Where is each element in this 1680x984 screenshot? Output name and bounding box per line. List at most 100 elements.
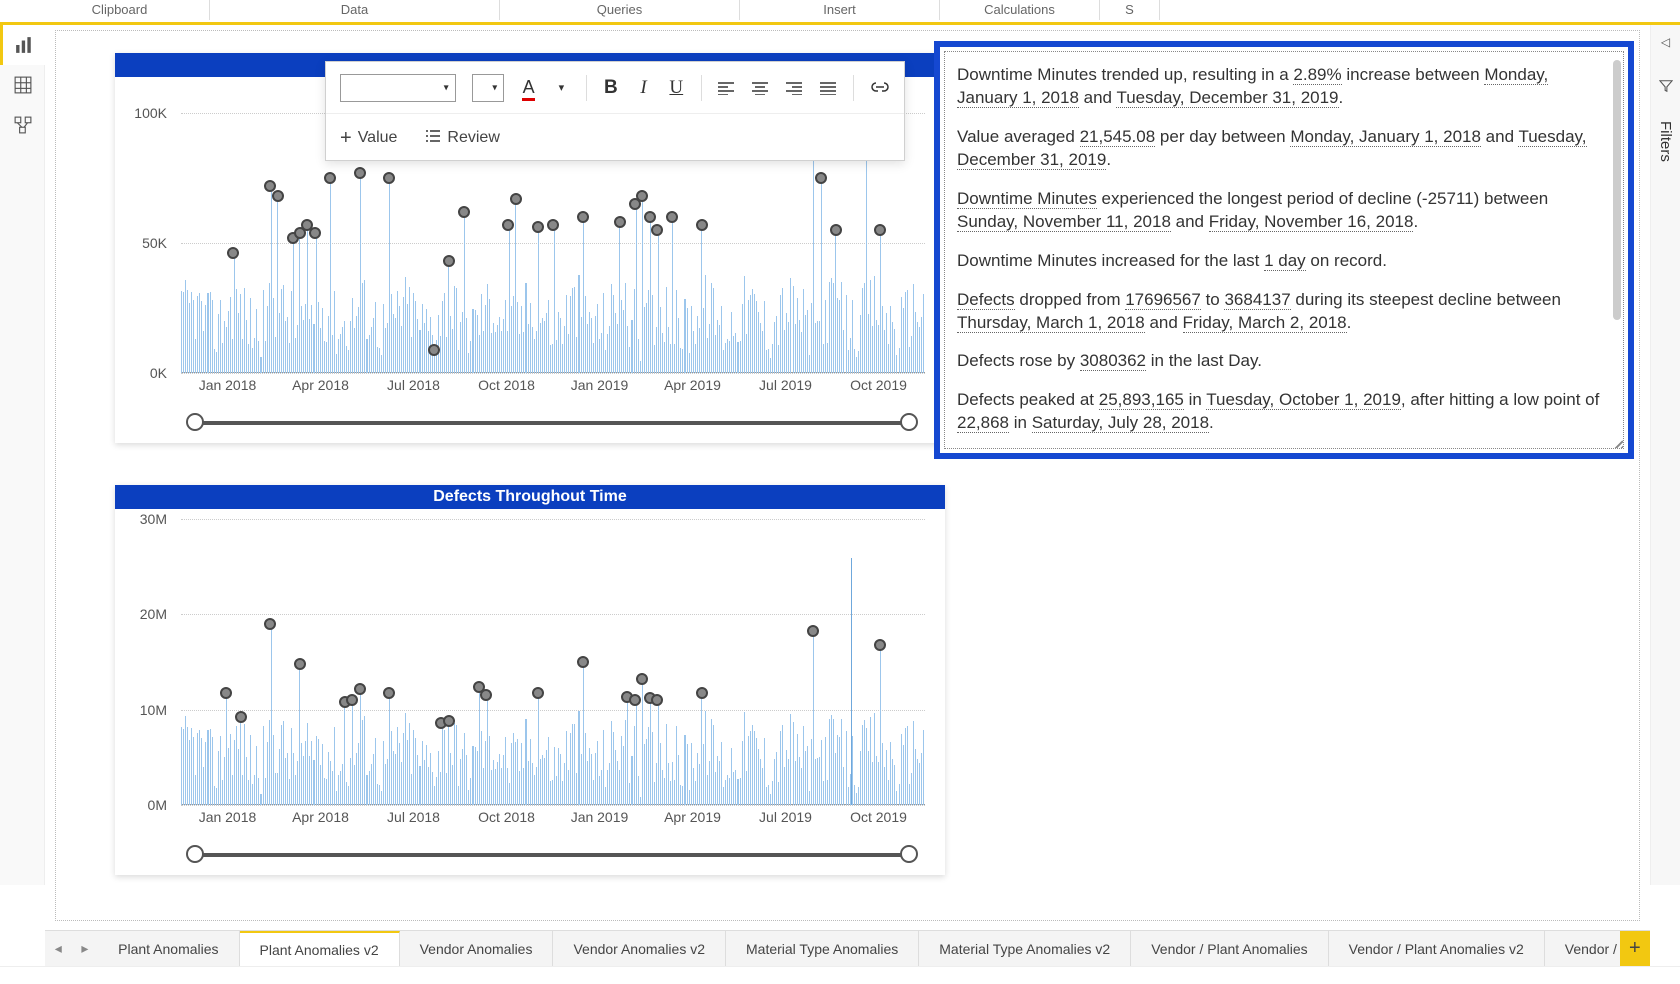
anomaly-marker[interactable] [235, 711, 247, 723]
anomaly-marker[interactable] [443, 255, 455, 267]
filters-pane-collapsed[interactable]: ◁ Filters [1650, 25, 1680, 885]
anomaly-marker[interactable] [644, 211, 656, 223]
anomaly-marker[interactable] [830, 224, 842, 236]
x-tick-label: Jan 2019 [553, 377, 646, 399]
data-view-button[interactable] [0, 65, 45, 105]
font-family-dropdown[interactable]: ▾ [340, 74, 456, 102]
anomaly-marker[interactable] [696, 687, 708, 699]
chevron-down-icon[interactable]: ▾ [553, 81, 570, 94]
chevron-down-icon: ▾ [492, 82, 497, 93]
anomaly-marker[interactable] [629, 694, 641, 706]
anomaly-marker[interactable] [502, 219, 514, 231]
ribbon-group-queries: Queries [500, 0, 740, 20]
anomaly-marker[interactable] [577, 211, 589, 223]
funnel-icon [1659, 79, 1673, 96]
anomaly-marker[interactable] [532, 687, 544, 699]
x-tick-label: Jul 2018 [367, 377, 460, 399]
anomaly-marker[interactable] [324, 172, 336, 184]
anomaly-marker[interactable] [874, 224, 886, 236]
add-value-button[interactable]: + Value [340, 127, 397, 150]
ribbon-group-labels: Clipboard Data Queries Insert Calculatio… [30, 0, 1650, 20]
anomaly-marker[interactable] [227, 247, 239, 259]
anomaly-marker[interactable] [272, 190, 284, 202]
smart-narrative-visual[interactable]: Downtime Minutes trended up, resulting i… [934, 41, 1634, 459]
anomaly-marker[interactable] [346, 694, 358, 706]
align-right-button[interactable] [785, 81, 803, 95]
font-size-dropdown[interactable]: ▾ [472, 74, 505, 102]
ribbon-group-insert: Insert [740, 0, 940, 20]
chart-title: Defects Throughout Time [115, 485, 945, 509]
chevron-down-icon: ▾ [444, 82, 449, 93]
align-left-button[interactable] [717, 81, 735, 95]
anomaly-marker[interactable] [636, 190, 648, 202]
resize-grip-icon[interactable] [1611, 436, 1624, 449]
align-justify-button[interactable] [819, 81, 837, 95]
anomaly-marker[interactable] [614, 216, 626, 228]
anomaly-marker[interactable] [428, 344, 440, 356]
page-tab[interactable]: Vendor / Plant Anomalies [1131, 931, 1328, 966]
anomaly-marker[interactable] [354, 683, 366, 695]
slider-thumb-end[interactable] [900, 845, 918, 863]
anomaly-marker[interactable] [458, 206, 470, 218]
font-color-button[interactable]: A [520, 77, 537, 98]
date-range-slider[interactable] [195, 421, 909, 425]
anomaly-marker[interactable] [807, 625, 819, 637]
date-range-slider[interactable] [195, 853, 909, 857]
x-tick-label: Jan 2018 [181, 377, 274, 399]
slider-thumb-start[interactable] [186, 413, 204, 431]
link-button[interactable] [870, 77, 890, 99]
anomaly-marker[interactable] [532, 221, 544, 233]
narrative-text-area[interactable]: Downtime Minutes trended up, resulting i… [944, 51, 1624, 449]
anomaly-marker[interactable] [443, 715, 455, 727]
x-tick-label: Jul 2019 [739, 377, 832, 399]
anomaly-marker[interactable] [383, 172, 395, 184]
anomaly-marker[interactable] [636, 673, 648, 685]
anomaly-marker[interactable] [480, 689, 492, 701]
model-view-button[interactable] [0, 105, 45, 145]
ribbon-group-data: Data [210, 0, 500, 20]
anomaly-marker[interactable] [354, 167, 366, 179]
view-rail [0, 25, 45, 885]
x-tick-label: Oct 2018 [460, 377, 553, 399]
page-tab[interactable]: Plant Anomalies v2 [240, 931, 400, 966]
underline-button[interactable]: U [668, 77, 685, 99]
align-center-button[interactable] [751, 81, 769, 95]
page-tab[interactable]: Vendor / Plant Anomalies v2 [1329, 931, 1545, 966]
anomaly-marker[interactable] [220, 687, 232, 699]
anomaly-marker[interactable] [294, 658, 306, 670]
page-tab[interactable]: Material Type Anomalies [726, 931, 919, 966]
italic-button[interactable]: I [635, 77, 652, 99]
page-tab[interactable]: Vendor / Plant Ano [1545, 931, 1620, 966]
report-canvas[interactable]: 0K50K100K Jan 2018Apr 2018Jul 2018Oct 20… [45, 25, 1650, 929]
anomaly-marker[interactable] [874, 639, 886, 651]
report-view-button[interactable] [0, 25, 45, 65]
anomaly-marker[interactable] [577, 656, 589, 668]
anomaly-marker[interactable] [510, 193, 522, 205]
separator [853, 75, 854, 101]
tabs-prev-button[interactable]: ◂ [45, 931, 72, 966]
page-tab[interactable]: Vendor Anomalies [400, 931, 554, 966]
defects-chart-visual[interactable]: Defects Throughout Time 0M10M20M30M Jan … [115, 485, 945, 875]
review-button[interactable]: Review [425, 129, 499, 148]
page-tab[interactable]: Plant Anomalies [98, 931, 239, 966]
anomaly-marker[interactable] [264, 618, 276, 630]
anomaly-marker[interactable] [815, 172, 827, 184]
page-tab[interactable]: Material Type Anomalies v2 [919, 931, 1131, 966]
page-tab[interactable]: Vendor Anomalies v2 [553, 931, 726, 966]
anomaly-marker[interactable] [651, 694, 663, 706]
anomaly-marker[interactable] [547, 219, 559, 231]
slider-thumb-start[interactable] [186, 845, 204, 863]
add-page-button[interactable]: + [1620, 931, 1650, 966]
anomaly-marker[interactable] [383, 687, 395, 699]
collapse-icon[interactable]: ◁ [1661, 35, 1670, 49]
tabs-next-button[interactable]: ▸ [72, 931, 99, 966]
anomaly-marker[interactable] [309, 227, 321, 239]
anomaly-marker[interactable] [666, 211, 678, 223]
smart-narrative-toolbar[interactable]: ▾ ▾ A ▾ B I U + Value Review [325, 61, 905, 161]
review-label: Review [447, 129, 499, 147]
anomaly-marker[interactable] [696, 219, 708, 231]
anomaly-marker[interactable] [651, 224, 663, 236]
bold-button[interactable]: B [602, 77, 619, 99]
scrollbar[interactable] [1613, 60, 1621, 320]
slider-thumb-end[interactable] [900, 413, 918, 431]
